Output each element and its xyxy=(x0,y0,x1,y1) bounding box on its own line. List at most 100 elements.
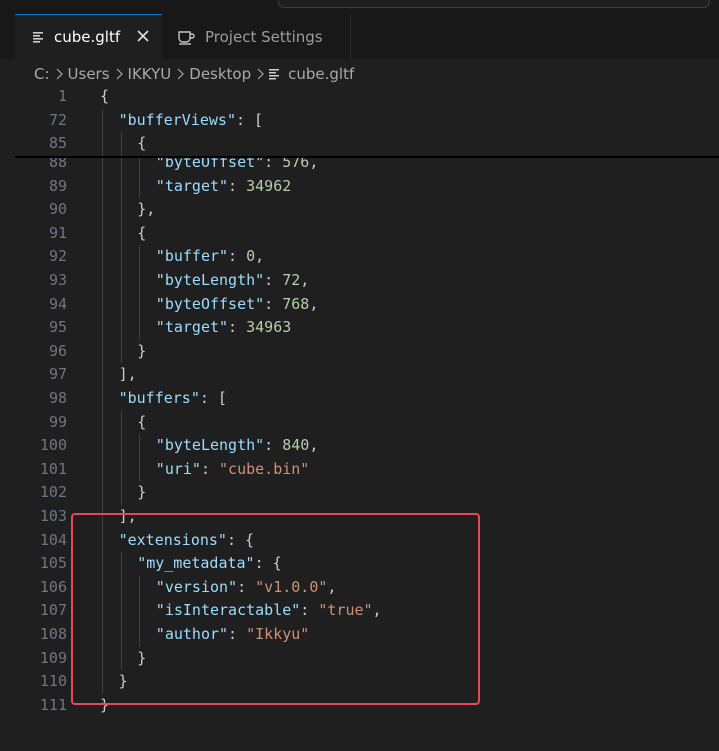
indent-guide xyxy=(102,198,103,222)
indent-guide xyxy=(120,132,122,156)
json-punctuation: , xyxy=(309,294,319,313)
code-text: "byteOffset": 768, xyxy=(156,293,319,317)
code-line[interactable]: 102} xyxy=(0,481,719,505)
json-punctuation: : xyxy=(228,318,247,337)
code-line[interactable]: 92 "buffer": 0, xyxy=(0,245,719,269)
code-text: "uri": "cube.bin" xyxy=(156,458,310,482)
code-text: ], xyxy=(119,363,137,387)
close-icon[interactable] xyxy=(134,27,152,45)
json-punctuation: : xyxy=(264,436,283,455)
code-text: } xyxy=(137,340,146,364)
indent-guide xyxy=(102,221,103,246)
sticky-scroll-header[interactable]: 1{72 "bufferViews": [85{ xyxy=(0,85,719,157)
command-center[interactable] xyxy=(278,0,710,8)
code-line[interactable]: 101 "uri": "cube.bin" xyxy=(0,457,719,482)
indent-guide xyxy=(102,481,103,505)
json-punctuation: : [ xyxy=(199,389,227,407)
indent-guide xyxy=(120,174,122,199)
tab-label: cube.gltf xyxy=(54,28,121,46)
code-line[interactable]: 96} xyxy=(0,339,719,364)
line-number: 108 xyxy=(39,625,67,643)
json-punctuation: : xyxy=(264,271,283,289)
json-number: 0 xyxy=(246,247,256,266)
code-text: "byteLength": 72, xyxy=(156,269,310,293)
indent-guide xyxy=(139,245,141,269)
breadcrumb-item[interactable]: cube.gltf xyxy=(288,65,354,83)
indent-guide xyxy=(102,339,103,364)
json-punctuation: } xyxy=(137,341,147,360)
tab-bar: cube.gltf Project Settings xyxy=(0,14,719,59)
breadcrumb-item[interactable]: Desktop xyxy=(189,65,251,83)
indent-guide xyxy=(139,434,141,458)
tab-cube-gltf[interactable]: cube.gltf xyxy=(15,14,162,59)
code-line[interactable]: 93 "byteLength": 72, xyxy=(0,269,719,293)
indent-guide xyxy=(102,410,103,435)
line-number: 109 xyxy=(39,648,67,667)
code-text: "byteLength": 840, xyxy=(156,434,319,458)
line-number: 104 xyxy=(39,530,67,549)
code-line[interactable]: 99 { xyxy=(0,410,719,435)
json-key: "buffer" xyxy=(155,247,229,266)
settings-cup-icon xyxy=(178,30,195,45)
code-line[interactable]: 1{ xyxy=(0,85,719,109)
json-number: 72 xyxy=(282,271,301,289)
code-line[interactable]: 91 { xyxy=(0,221,719,246)
indent-guide xyxy=(102,363,103,387)
code-line[interactable]: 89 "target": 34962 xyxy=(0,174,719,199)
json-punctuation: : [ xyxy=(236,110,264,129)
indent-guide xyxy=(102,269,103,293)
json-number: 34963 xyxy=(246,318,292,337)
code-line[interactable]: 97], xyxy=(0,363,719,387)
json-punctuation: { xyxy=(100,87,110,105)
json-key: "bufferViews" xyxy=(118,110,236,129)
code-line[interactable]: 72 "bufferViews": [ xyxy=(0,108,719,133)
title-bar xyxy=(0,0,719,14)
code-text: "buffer": 0, xyxy=(156,245,264,269)
file-lines-icon xyxy=(33,32,43,43)
indent-guide xyxy=(139,316,141,340)
line-number: 92 xyxy=(48,247,67,266)
indent-guide xyxy=(102,316,103,340)
highlight-box xyxy=(71,513,480,705)
line-number: 107 xyxy=(39,601,67,620)
line-number: 91 xyxy=(48,223,67,242)
line-number: 99 xyxy=(48,412,67,431)
breadcrumb-item[interactable]: C: xyxy=(34,65,50,83)
code-line[interactable]: 90}, xyxy=(0,198,719,222)
indent-guide xyxy=(139,269,141,293)
code-text: }, xyxy=(137,198,155,222)
json-key: "buffers" xyxy=(118,389,200,407)
line-number: 101 xyxy=(39,459,67,478)
json-key: "uri" xyxy=(155,459,201,478)
code-text: "target": 34962 xyxy=(156,175,291,199)
code-line[interactable]: 94 "byteOffset": 768, xyxy=(0,292,719,317)
code-line[interactable]: 100 "byteLength": 840, xyxy=(0,434,719,458)
tab-project-settings[interactable]: Project Settings xyxy=(163,14,351,59)
breadcrumb-item[interactable]: IKKYU xyxy=(128,65,172,83)
line-number: 93 xyxy=(48,271,67,289)
breadcrumb-item[interactable]: Users xyxy=(68,65,110,83)
json-number: 768 xyxy=(282,294,310,313)
code-text: "target": 34963 xyxy=(156,316,291,340)
line-number: 97 xyxy=(48,365,67,384)
line-number: 106 xyxy=(39,577,67,596)
indent-guide xyxy=(120,292,122,317)
tab-label: Project Settings xyxy=(205,27,323,46)
code-text: { xyxy=(137,222,146,246)
indent-guide xyxy=(102,292,103,317)
json-punctuation: : xyxy=(228,247,247,266)
json-punctuation: , xyxy=(300,271,310,289)
indent-guide xyxy=(120,269,122,293)
indent-guide xyxy=(120,221,122,246)
json-number: 840 xyxy=(282,436,310,455)
json-punctuation: , xyxy=(309,436,319,455)
line-number: 102 xyxy=(39,483,67,502)
code-line[interactable]: 85 { xyxy=(0,132,719,156)
code-line[interactable]: 95 "target": 34963 xyxy=(0,316,719,340)
code-text: } xyxy=(137,481,146,505)
line-number: 100 xyxy=(39,436,67,455)
code-line[interactable]: 98 "buffers": [ xyxy=(0,387,719,411)
line-number: 105 xyxy=(39,554,67,573)
line-number: 95 xyxy=(48,318,67,337)
indent-guide xyxy=(120,481,122,505)
